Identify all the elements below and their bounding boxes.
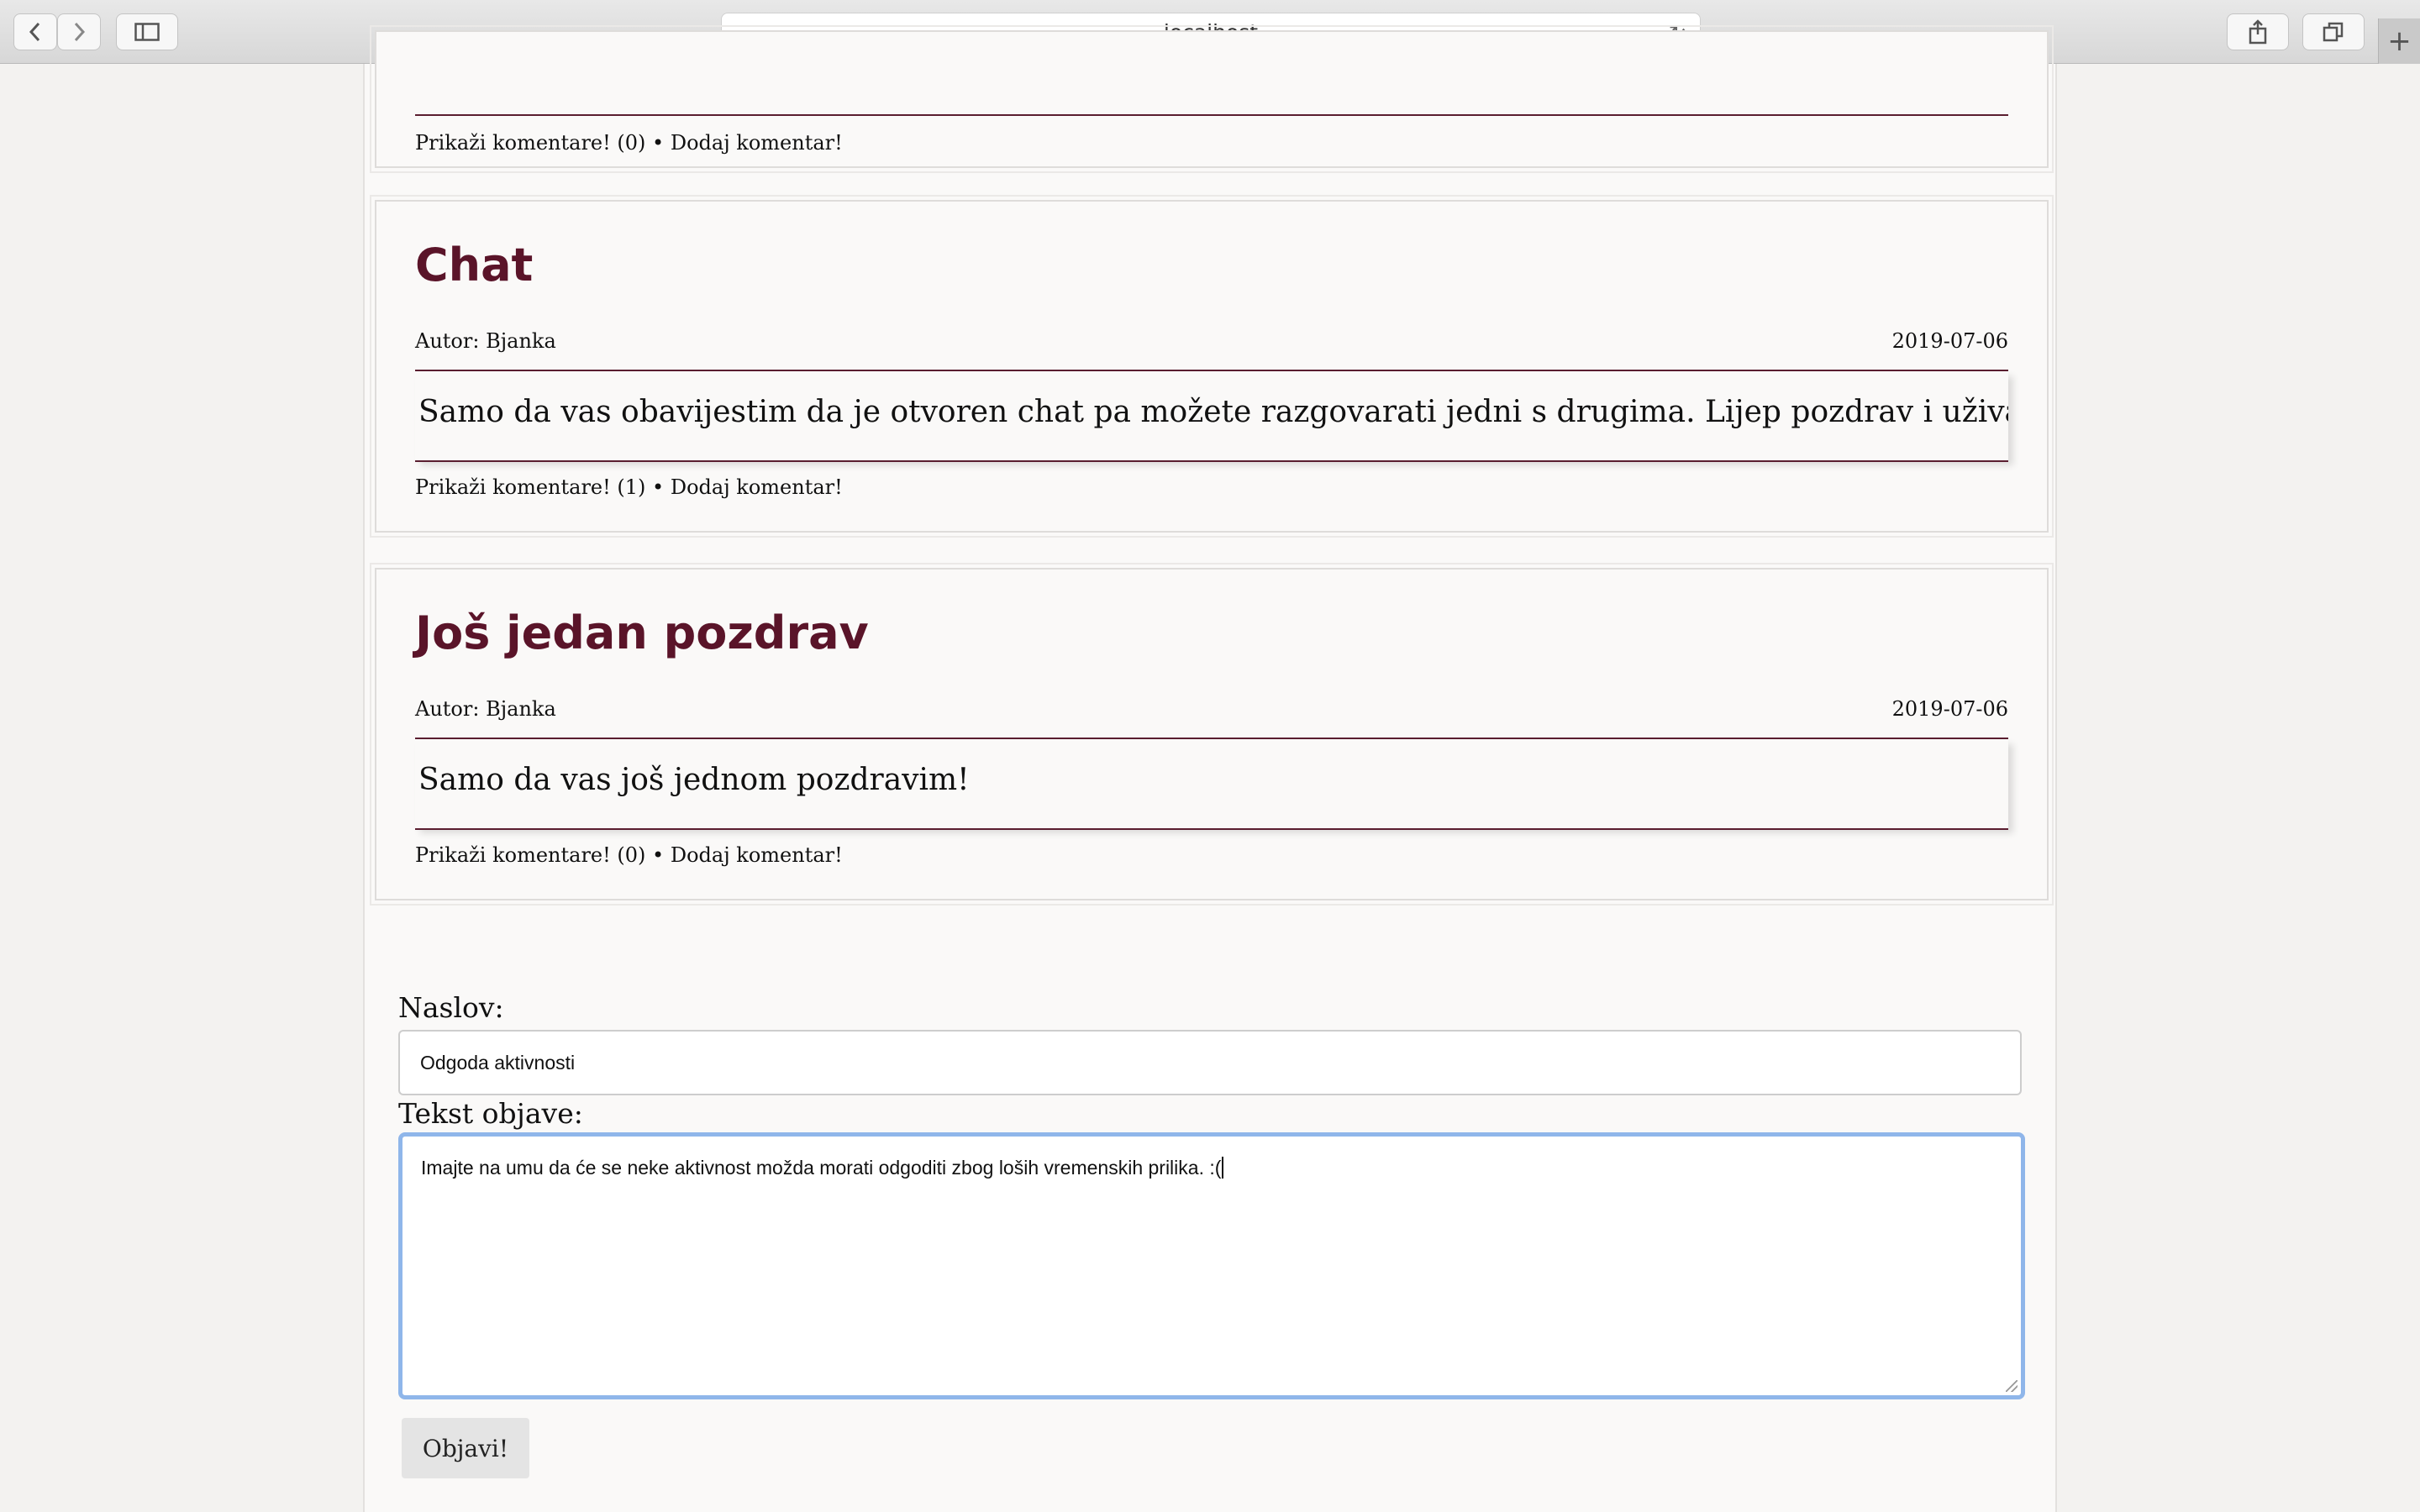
- title-input[interactable]: Odgoda aktivnosti: [398, 1030, 2022, 1095]
- plus-icon: +: [2387, 24, 2412, 58]
- post-card: Prikaži komentare! (0) • Dodaj komentar!: [370, 25, 2054, 173]
- tabs-icon: [2323, 22, 2344, 42]
- add-comment-link[interactable]: Dodaj komentar!: [671, 475, 843, 499]
- post-author: Autor: Bjanka: [415, 329, 556, 353]
- post-card: Chat Autor: Bjanka 2019-07-06 Samo da va…: [370, 195, 2054, 538]
- post-actions: Prikaži komentare! (0) • Dodaj komentar!: [415, 131, 843, 155]
- tabs-button[interactable]: [2302, 13, 2365, 50]
- add-comment-link[interactable]: Dodaj komentar!: [671, 131, 843, 155]
- post-divider: [415, 460, 2008, 462]
- separator: •: [652, 131, 665, 155]
- post-author: Autor: Bjanka: [415, 697, 556, 721]
- share-button[interactable]: [2227, 13, 2289, 50]
- post-body: Samo da vas obavijestim da je otvoren ch…: [415, 371, 2008, 460]
- new-tab-button[interactable]: +: [2378, 18, 2420, 64]
- post-card: Još jedan pozdrav Autor: Bjanka 2019-07-…: [370, 563, 2054, 906]
- back-button[interactable]: [13, 13, 57, 50]
- show-comments-link[interactable]: Prikaži komentare! (0): [415, 131, 645, 155]
- show-comments-link[interactable]: Prikaži komentare! (1): [415, 475, 645, 499]
- sidebar-button[interactable]: [116, 13, 178, 50]
- post-title: Chat: [415, 239, 534, 291]
- textarea-value: Imajte na umu da će se neke aktivnost mo…: [421, 1157, 1222, 1179]
- separator: •: [652, 475, 665, 499]
- separator: •: [652, 843, 665, 867]
- sidebar-icon: [134, 23, 160, 41]
- page-container: Prikaži komentare! (0) • Dodaj komentar!…: [363, 25, 2057, 1512]
- post-text-textarea[interactable]: Imajte na umu da će se neke aktivnost mo…: [398, 1132, 2025, 1399]
- post-meta: Autor: Bjanka 2019-07-06: [415, 329, 2008, 353]
- post-actions: Prikaži komentare! (1) • Dodaj komentar!: [415, 475, 843, 499]
- post-date: 2019-07-06: [1891, 329, 2008, 353]
- forward-button[interactable]: [57, 13, 101, 50]
- post-title: Još jedan pozdrav: [415, 606, 869, 659]
- post-divider: [415, 114, 2008, 116]
- chevron-right-icon: [74, 22, 86, 42]
- resize-handle[interactable]: [2006, 1380, 2018, 1392]
- title-input-value: Odgoda aktivnosti: [420, 1051, 576, 1074]
- text-label: Tekst objave:: [398, 1097, 583, 1130]
- show-comments-link[interactable]: Prikaži komentare! (0): [415, 843, 645, 867]
- post-actions: Prikaži komentare! (0) • Dodaj komentar!: [415, 843, 843, 867]
- share-icon: [2249, 19, 2267, 45]
- post-meta: Autor: Bjanka 2019-07-06: [415, 697, 2008, 721]
- chevron-left-icon: [29, 22, 40, 42]
- text-caret: [1222, 1157, 1224, 1179]
- add-comment-link[interactable]: Dodaj komentar!: [671, 843, 843, 867]
- post-date: 2019-07-06: [1891, 697, 2008, 721]
- submit-button[interactable]: Objavi!: [402, 1418, 529, 1478]
- title-label: Naslov:: [398, 991, 504, 1024]
- post-divider: [415, 828, 2008, 830]
- post-body: Samo da vas još jednom pozdravim!: [415, 739, 2008, 828]
